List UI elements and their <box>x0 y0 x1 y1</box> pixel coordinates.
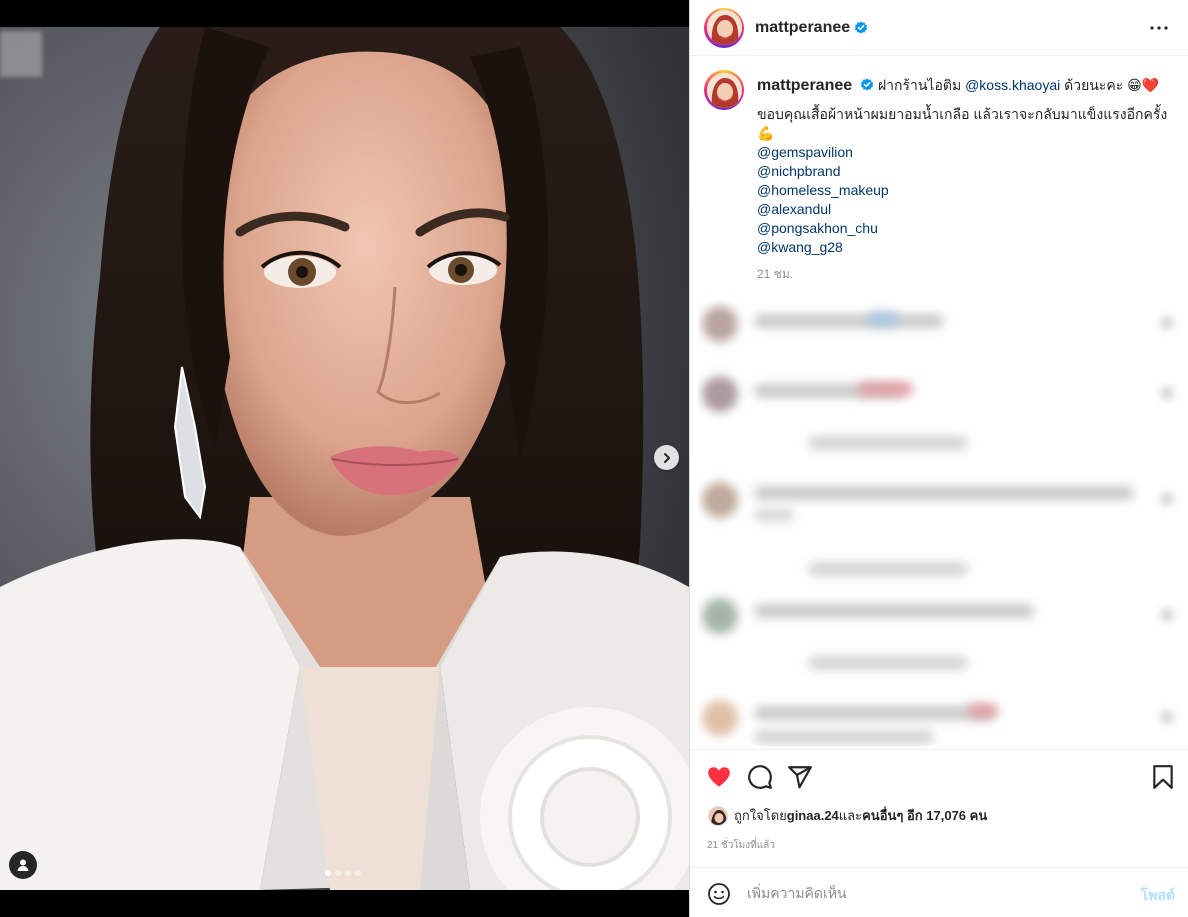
add-comment-bar: โพสต์ <box>690 867 1188 917</box>
caption-mention-link[interactable]: @pongsakhon_chu <box>757 219 1174 238</box>
likes-middle: และ <box>838 808 863 823</box>
verified-badge-icon <box>855 21 868 33</box>
caption-username[interactable]: mattperanee <box>757 77 852 94</box>
likes-prefix: ถูกใจโดย <box>734 808 787 823</box>
carousel-indicator <box>325 870 361 876</box>
likes-summary[interactable]: ถูกใจโดย ginaa.24 และ คนอื่นๆ อีก 17,076 … <box>708 805 987 826</box>
comments-list[interactable] <box>698 300 1180 746</box>
comment-row <box>698 372 1180 450</box>
carousel-dot <box>355 870 361 876</box>
caption-timestamp: 21 ชม. <box>757 267 794 281</box>
post-media <box>0 0 689 917</box>
user-tag-icon <box>17 859 29 871</box>
chevron-right-icon <box>663 452 670 463</box>
comment-row <box>698 478 1180 576</box>
caption-mention-link[interactable]: @homeless_makeup <box>757 181 1174 200</box>
avatar-illustration <box>706 72 742 108</box>
more-options-icon[interactable] <box>1147 16 1171 40</box>
post-sidebar: mattperanee mattperanee ฝากร้านไอติม @ko… <box>689 0 1188 917</box>
post-header: mattperanee <box>690 0 1188 56</box>
caption-text: ด้วยนะคะ 😁❤️ <box>1060 77 1160 93</box>
emoji-icon[interactable] <box>707 882 731 906</box>
heart-filled-icon[interactable] <box>706 764 732 790</box>
caption-text: ฝากร้านไอติม <box>877 77 966 93</box>
blurred-watermark <box>0 31 42 77</box>
post-comment-button[interactable]: โพสต์ <box>1141 885 1175 907</box>
carousel-dot <box>335 870 341 876</box>
liker-username[interactable]: ginaa.24 <box>787 808 839 823</box>
bookmark-icon[interactable] <box>1150 764 1176 790</box>
liker-avatar <box>708 805 728 826</box>
caption-mention-link[interactable]: @kwang_g28 <box>757 238 1174 257</box>
comment-row <box>698 696 1180 746</box>
caption-emoji: 💪 <box>757 125 775 141</box>
carousel-dot-active <box>325 870 331 876</box>
comment-row <box>698 302 1180 362</box>
post-timestamp[interactable]: 21 ชั่วโมงที่แล้ว <box>707 838 775 853</box>
avatar[interactable] <box>704 7 744 48</box>
tagged-users-button[interactable] <box>9 851 37 879</box>
share-icon[interactable] <box>787 764 813 790</box>
caption-mention-link[interactable]: @alexandul <box>757 200 1174 219</box>
caption-mention-link[interactable]: @koss.khaoyai <box>965 77 1060 93</box>
next-slide-button[interactable] <box>654 445 679 470</box>
carousel-dot <box>345 870 351 876</box>
caption-thanks-text: ขอบคุณเสื้อผ้าหน้าผมยาอมน้ำเกลือ แล้วเรา… <box>757 106 1168 122</box>
post-username[interactable]: mattperanee <box>755 19 850 37</box>
post-actions: ถูกใจโดย ginaa.24 และ คนอื่นๆ อีก 17,076 … <box>690 749 1188 867</box>
portrait-image <box>0 27 689 890</box>
caption-mention-link[interactable]: @gemspavilion <box>757 143 1174 162</box>
comment-row <box>698 594 1180 670</box>
comment-icon[interactable] <box>747 764 773 790</box>
post-photo[interactable] <box>0 27 689 890</box>
post-caption: mattperanee ฝากร้านไอติม @koss.khaoyai ด… <box>704 70 1174 284</box>
comment-input[interactable] <box>747 880 1107 906</box>
caption-avatar[interactable] <box>704 70 744 110</box>
caption-mention-link[interactable]: @nichpbrand <box>757 162 1174 181</box>
likes-others-link[interactable]: คนอื่นๆ อีก 17,076 คน <box>862 805 987 826</box>
verified-badge-icon <box>861 78 874 91</box>
avatar-illustration <box>706 10 742 45</box>
